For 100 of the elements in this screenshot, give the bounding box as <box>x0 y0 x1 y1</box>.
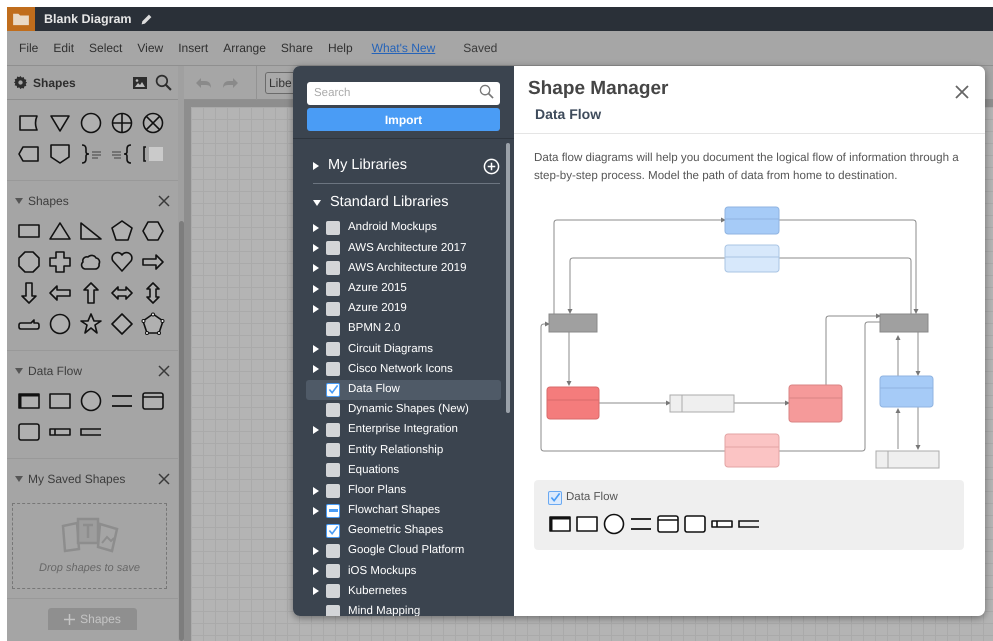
library-group-title[interactable]: Standard Libraries <box>330 192 448 214</box>
checkbox[interactable] <box>326 604 340 616</box>
scrollbar-thumb[interactable] <box>179 221 184 641</box>
library-row[interactable]: Data Flow <box>306 380 501 400</box>
library-row[interactable]: BPMN 2.0 <box>306 318 501 340</box>
checkbox[interactable] <box>326 221 340 236</box>
checkbox[interactable] <box>326 484 340 498</box>
diamond-icon[interactable] <box>110 312 134 336</box>
search-icon[interactable] <box>155 74 172 91</box>
image-icon[interactable] <box>132 74 148 90</box>
library-row[interactable]: Azure 2019 <box>306 298 501 319</box>
circle-icon[interactable] <box>78 389 102 413</box>
library-row[interactable]: Google Cloud Platform <box>306 541 501 562</box>
library-row[interactable]: Circuit Diagrams <box>306 339 501 360</box>
triangle-icon[interactable] <box>48 219 72 243</box>
checkbox[interactable] <box>326 544 340 558</box>
folder-button[interactable] <box>7 7 35 31</box>
library-row[interactable]: AWS Architecture 2017 <box>306 238 501 258</box>
library-row[interactable]: Cisco Network Icons <box>306 359 501 380</box>
close-icon[interactable] <box>158 473 170 485</box>
library-row[interactable]: Entity Relationship <box>306 440 501 460</box>
gear-icon[interactable] <box>13 75 28 90</box>
menu-item[interactable]: Share <box>280 39 313 57</box>
pentagon-points-icon[interactable] <box>140 312 164 336</box>
library-name: AWS Architecture 2017 <box>348 240 466 256</box>
hexagon-icon[interactable] <box>140 219 164 243</box>
brace-note-icon[interactable] <box>110 142 134 166</box>
process-icon[interactable] <box>140 389 164 413</box>
pencil-icon[interactable] <box>140 12 153 26</box>
library-row[interactable]: Kubernetes <box>306 581 501 602</box>
scrollbar[interactable] <box>178 66 184 641</box>
checkbox[interactable] <box>326 564 340 578</box>
menu-item[interactable]: Edit <box>53 39 74 57</box>
checkbox[interactable] <box>326 282 340 296</box>
library-name: Kubernetes <box>348 584 407 599</box>
checkbox[interactable] <box>326 241 340 256</box>
library-row[interactable]: Enterprise Integration <box>306 420 501 440</box>
checkbox[interactable] <box>326 584 340 598</box>
document-title[interactable]: Blank Diagram <box>44 10 132 28</box>
octagon-icon[interactable] <box>16 250 40 274</box>
library-name: Android Mockups <box>348 220 437 236</box>
library-name: Dynamic Shapes (New) <box>348 402 469 418</box>
plus-icon <box>64 614 76 624</box>
menu-item[interactable]: File <box>19 39 38 57</box>
checkbox[interactable] <box>326 382 340 397</box>
library-row[interactable]: Flowchart Shapes <box>306 500 501 521</box>
rounded-rectangle-icon[interactable] <box>16 420 40 444</box>
pentagon-icon[interactable] <box>110 219 134 243</box>
add-circle-icon[interactable] <box>483 158 500 174</box>
menu-item[interactable]: Arrange <box>223 39 266 57</box>
menu-item[interactable]: View <box>137 39 164 57</box>
checkbox[interactable] <box>326 302 340 316</box>
library-row[interactable]: iOS Mockups <box>306 561 501 582</box>
menu-item[interactable]: Insert <box>178 39 208 57</box>
section-title[interactable]: Data Flow <box>28 362 82 380</box>
library-row[interactable]: Android Mockups <box>306 218 501 238</box>
circle-icon[interactable] <box>78 111 102 135</box>
library-row[interactable]: AWS Architecture 2019 <box>306 258 501 279</box>
checkbox[interactable] <box>326 443 340 458</box>
panel-title: Shapes <box>33 74 76 92</box>
library-row[interactable]: Azure 2015 <box>306 278 501 299</box>
checkbox[interactable] <box>326 261 340 276</box>
library-group-title[interactable]: My Libraries <box>328 155 407 177</box>
circle-icon[interactable] <box>602 512 626 536</box>
circle-icon[interactable] <box>48 312 72 336</box>
checkbox[interactable] <box>326 342 340 356</box>
checkbox[interactable] <box>326 422 340 437</box>
checkbox[interactable] <box>548 490 562 505</box>
menu-item[interactable]: Help <box>328 39 353 57</box>
cross-icon[interactable] <box>48 250 72 274</box>
section-title[interactable]: My Saved Shapes <box>28 470 126 488</box>
library-row[interactable]: Geometric Shapes <box>306 520 501 541</box>
checkbox[interactable] <box>326 524 340 538</box>
checkbox[interactable] <box>326 322 340 336</box>
search-field[interactable]: Search <box>307 82 500 104</box>
right-triangle-icon[interactable] <box>78 219 102 243</box>
checkbox[interactable] <box>326 463 340 478</box>
circle-x-icon[interactable] <box>140 111 164 135</box>
library-row[interactable]: Equations <box>306 460 501 480</box>
scrollbar-thumb[interactable] <box>506 143 510 413</box>
dialog-title: Shape Manager <box>528 78 668 101</box>
library-name: Floor Plans <box>348 482 406 498</box>
library-row[interactable]: Floor Plans <box>306 480 501 501</box>
checkbox[interactable] <box>326 402 340 417</box>
close-icon[interactable] <box>158 365 170 377</box>
search-icon[interactable] <box>479 84 494 99</box>
library-name: Equations <box>348 462 400 478</box>
font-field[interactable]: Libe <box>265 72 295 94</box>
heart-icon[interactable] <box>110 250 134 274</box>
circle-plus-icon[interactable] <box>110 111 134 135</box>
library-name: iOS Mockups <box>348 564 416 579</box>
close-icon[interactable] <box>158 195 170 207</box>
checkbox[interactable] <box>326 504 340 518</box>
library-name: Entity Relationship <box>348 442 444 458</box>
star-icon[interactable] <box>78 312 102 336</box>
library-row[interactable]: Dynamic Shapes (New) <box>306 400 501 420</box>
off-page-icon[interactable] <box>48 142 72 166</box>
section-title[interactable]: Shapes <box>28 192 69 210</box>
menu-item[interactable]: Select <box>89 39 122 57</box>
checkbox[interactable] <box>326 362 340 376</box>
